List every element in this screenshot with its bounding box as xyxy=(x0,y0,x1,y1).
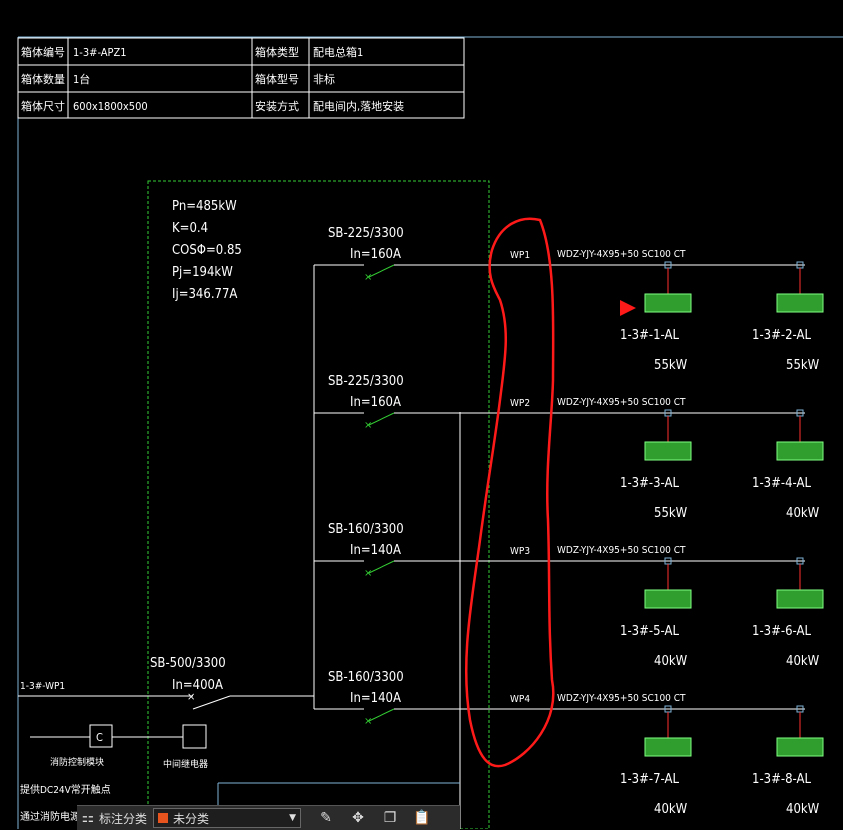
relay-label: 中间继电器 xyxy=(163,758,208,770)
info-label-5: 箱体尺寸 xyxy=(21,99,65,113)
info-value-3: 1台 xyxy=(73,72,90,86)
branch-4-load-1-power: 40kW xyxy=(654,802,688,817)
branch-1-cable-spec: WDZ-YJY-4X95+50 SC100 CT xyxy=(557,249,686,260)
branch-3-load-1-box xyxy=(644,589,692,609)
branch-2-load-1-power: 55kW xyxy=(654,506,688,521)
info-label-3: 箱体数量 xyxy=(21,72,65,86)
branch-1-circuit-label: WP1 xyxy=(510,250,530,261)
branch-4-load-2-power: 40kW xyxy=(786,802,820,817)
main-breaker-rating: In=400A xyxy=(172,678,223,693)
branch-2-breaker-contact xyxy=(368,412,395,426)
param-ij: Ij=346.77A xyxy=(172,287,237,302)
info-label-2: 箱体类型 xyxy=(255,45,299,59)
branch-2-cable-spec: WDZ-YJY-4X95+50 SC100 CT xyxy=(557,397,686,408)
branch-1-breaker-rating: In=160A xyxy=(350,247,401,262)
branch-3-load-2-box xyxy=(776,589,824,609)
category-dropdown[interactable]: 未分类 ▼ xyxy=(153,808,302,828)
branch-1-load-2-name: 1-3#-2-AL xyxy=(752,328,811,343)
info-value-5: 600x1800x500 xyxy=(73,100,148,113)
branch-2-load-1-box xyxy=(644,441,692,461)
info-value-2: 配电总箱1 xyxy=(313,45,363,59)
branch-1-load-1-power: 55kW xyxy=(654,358,688,373)
branch-1-load-2-power: 55kW xyxy=(786,358,820,373)
param-pn: Pn=485kW xyxy=(172,199,237,214)
category-label: 标注分类 xyxy=(99,811,148,826)
branch-1-load-1-box xyxy=(644,293,692,313)
category-swatch xyxy=(158,813,169,823)
branch-2-load-2-name: 1-3#-4-AL xyxy=(752,476,811,491)
chevron-down-icon: ▼ xyxy=(289,813,297,823)
branch-3-breaker-rating: In=140A xyxy=(350,543,401,558)
main-incoming: 1-3#-WP1 × SB-500/3300 In=400A xyxy=(18,656,314,710)
info-value-1: 1-3#-APZ1 xyxy=(73,46,127,59)
load-params: Pn=485kW K=0.4 COSΦ=0.85 Pj=194kW Ij=346… xyxy=(172,199,242,302)
branch-3-breaker-contact xyxy=(368,560,395,574)
branch-2-circuit-label: WP2 xyxy=(510,398,530,409)
branch-2-load-2-box xyxy=(776,441,824,461)
info-value-6: 配电间内,落地安装 xyxy=(313,99,404,113)
branch-4-load-1-box xyxy=(644,737,692,757)
incoming-label: 1-3#-WP1 xyxy=(20,681,65,692)
info-value-4: 非标 xyxy=(313,72,335,86)
category-dropdown-value: 未分类 xyxy=(173,811,210,826)
edit-icon[interactable]: ✎ xyxy=(315,810,337,826)
branch-3-cable-spec: WDZ-YJY-4X95+50 SC100 CT xyxy=(557,545,686,556)
branch-4-breaker-contact xyxy=(368,708,395,722)
branch-3-load-1-power: 40kW xyxy=(654,654,688,669)
branch-1-breaker-x-symbol: × xyxy=(364,272,372,283)
paste-icon[interactable]: 📋 xyxy=(411,810,433,826)
control-module-label: 消防控制模块 xyxy=(50,756,104,768)
copy-icon[interactable]: ❐ xyxy=(379,810,401,826)
branch-4-breaker-model: SB-160/3300 xyxy=(328,670,404,685)
categories-icon[interactable]: ⚏ xyxy=(77,810,99,826)
info-label-4: 箱体型号 xyxy=(255,72,299,86)
diagram-canvas: 箱体编号 1-3#-APZ1 箱体类型 配电总箱1 箱体数量 1台 箱体型号 非… xyxy=(17,36,843,829)
move-icon[interactable]: ✥ xyxy=(347,810,369,826)
info-table: 箱体编号 1-3#-APZ1 箱体类型 配电总箱1 箱体数量 1台 箱体型号 非… xyxy=(17,37,465,119)
branch-circuits: SB-225/3300 In=160A × WP1 WDZ-YJY-4X95+50 SC… xyxy=(314,226,824,817)
branch-3-load-2-name: 1-3#-6-AL xyxy=(752,624,811,639)
branch-1-breaker-model: SB-225/3300 xyxy=(328,226,404,241)
branch-4-breaker-x-symbol: × xyxy=(364,716,372,727)
branch-4-circuit-label: WP4 xyxy=(510,694,530,705)
branch-1-load-1-name: 1-3#-1-AL xyxy=(620,328,679,343)
branch-2-breaker-rating: In=160A xyxy=(350,395,401,410)
main-breaker-contact xyxy=(192,695,231,710)
param-pj: Pj=194kW xyxy=(172,265,233,280)
flag-marker-icon xyxy=(620,300,636,316)
branch-4-cable-spec: WDZ-YJY-4X95+50 SC100 CT xyxy=(557,693,686,704)
contactor-symbol: C xyxy=(96,731,103,744)
param-cos: COSΦ=0.85 xyxy=(172,243,242,258)
branch-4-load-1-name: 1-3#-7-AL xyxy=(620,772,679,787)
branch-1-breaker-contact xyxy=(368,264,395,278)
branch-4-load-2-name: 1-3#-8-AL xyxy=(752,772,811,787)
bottom-toolbar: ⚏ 标注分类 未分类 ▼ ✎ ✥ ❐ 📋 xyxy=(77,805,460,830)
branch-1-load-2-box xyxy=(776,293,824,313)
branch-3-breaker-x-symbol: × xyxy=(364,568,372,579)
branch-3-circuit-label: WP3 xyxy=(510,546,530,557)
branch-2-load-2-power: 40kW xyxy=(786,506,820,521)
branch-4-load-2-box xyxy=(776,737,824,757)
param-k: K=0.4 xyxy=(172,221,208,236)
branch-2-load-1-name: 1-3#-3-AL xyxy=(620,476,679,491)
branch-4-breaker-rating: In=140A xyxy=(350,691,401,706)
note-dc24v: 提供DC24V常开触点 xyxy=(20,783,111,796)
relay-box xyxy=(182,724,207,749)
main-breaker-model: SB-500/3300 xyxy=(150,656,226,671)
branch-3-load-1-name: 1-3#-5-AL xyxy=(620,624,679,639)
branch-2-breaker-x-symbol: × xyxy=(364,420,372,431)
red-highlight-annotation xyxy=(464,217,555,768)
info-label-6: 安装方式 xyxy=(255,99,299,113)
info-label-1: 箱体编号 xyxy=(21,45,65,59)
branch-2-breaker-model: SB-225/3300 xyxy=(328,374,404,389)
branch-3-breaker-model: SB-160/3300 xyxy=(328,522,404,537)
branch-3-load-2-power: 40kW xyxy=(786,654,820,669)
